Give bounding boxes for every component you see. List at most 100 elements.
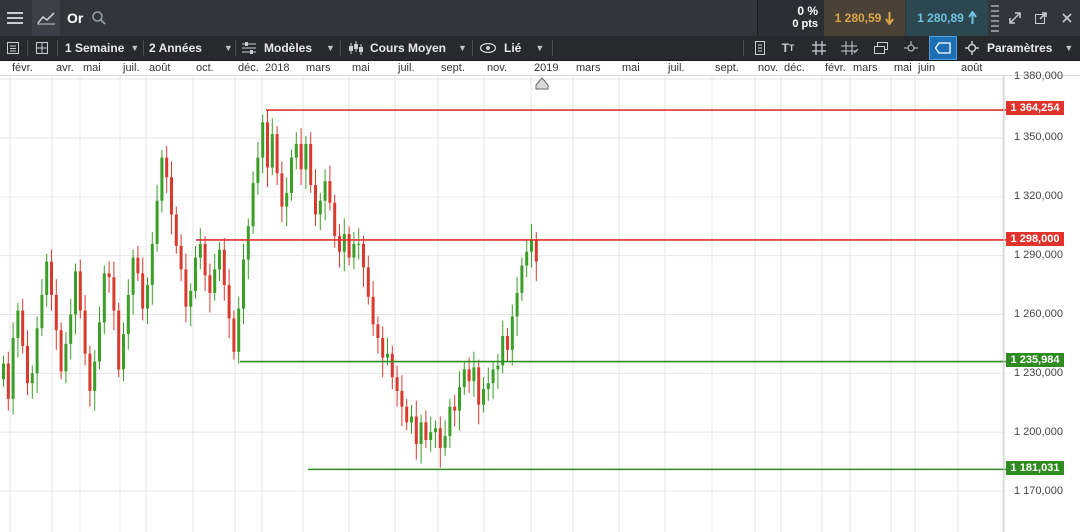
interval-label: 1 Semaine	[65, 41, 125, 55]
date-axis: févr. avr. mai juil. août oct. déc. 2018…	[0, 61, 1080, 76]
candle-body	[194, 257, 197, 291]
candle-body	[107, 273, 111, 278]
chevron-down-icon: ▼	[130, 43, 140, 53]
chart-line-icon[interactable]	[32, 0, 60, 36]
menu-icon[interactable]	[0, 0, 30, 36]
tag-icon[interactable]	[929, 36, 957, 60]
candle-body	[486, 383, 490, 390]
candle-body	[45, 261, 49, 295]
candle-body	[117, 310, 121, 370]
toolbar-divider	[472, 40, 473, 56]
level-tag-support[interactable]: 1 235,984	[1006, 353, 1064, 367]
crosshair-grid-icon[interactable]	[837, 36, 863, 60]
price-type-label: Cours Moyen	[370, 41, 447, 55]
level-lines[interactable]	[196, 109, 1008, 471]
range-dropdown[interactable]: 2 Années ▼	[149, 36, 233, 60]
month-label: mai	[622, 62, 640, 74]
candle-body	[338, 236, 341, 252]
candle-body	[333, 202, 337, 237]
candle-body	[218, 249, 221, 270]
month-label: déc.	[238, 62, 259, 74]
models-icon	[242, 42, 256, 54]
candle-body	[448, 406, 452, 437]
price-chart[interactable]	[0, 76, 1080, 532]
month-label: oct.	[196, 62, 214, 74]
candle-body	[131, 257, 135, 295]
candle-body	[88, 353, 92, 391]
candle-body	[434, 428, 437, 433]
candle-body	[266, 122, 269, 168]
candle-body	[256, 157, 260, 184]
level-tag-resistance-high[interactable]: 1 364,254	[1006, 101, 1064, 115]
price-tick: 1 320,000	[1014, 190, 1063, 202]
candle-body	[328, 181, 332, 203]
expand-icon[interactable]	[1004, 0, 1026, 36]
candle-body	[213, 269, 217, 293]
candle-body	[429, 432, 433, 441]
candle-body	[318, 200, 322, 215]
settings-label: Paramètres	[987, 41, 1053, 55]
candle-body	[93, 361, 97, 391]
candle-body	[122, 334, 125, 370]
candle-body	[237, 308, 241, 352]
level-tag-resistance[interactable]: 1 298,000	[1006, 232, 1064, 246]
gear-icon	[965, 41, 979, 55]
grid-icon[interactable]	[807, 36, 831, 60]
month-label: juil.	[123, 62, 140, 74]
buy-price: 1 280,89	[917, 11, 964, 25]
level-tag-support-low[interactable]: 1 181,031	[1006, 461, 1064, 475]
candle-body	[189, 290, 193, 307]
popout-icon[interactable]	[1030, 0, 1052, 36]
price-type-dropdown[interactable]: Cours Moyen ▼	[348, 36, 467, 60]
month-label: juin	[918, 62, 936, 74]
candle-body	[424, 422, 428, 441]
link-dropdown[interactable]: Lié ▼	[480, 36, 544, 60]
target-icon[interactable]	[899, 36, 923, 60]
toolbar-divider	[143, 40, 144, 56]
list-icon[interactable]	[4, 36, 22, 60]
candle-body	[251, 183, 255, 227]
range-label: 2 Années	[149, 41, 202, 55]
candle-body	[285, 192, 289, 207]
layout-grid-icon[interactable]	[33, 36, 51, 60]
search-icon[interactable]	[89, 0, 109, 36]
month-label: mai	[83, 62, 101, 74]
candle-body	[275, 134, 279, 174]
candle-body	[414, 416, 418, 444]
candle-body	[376, 324, 380, 339]
candle-body	[74, 271, 77, 315]
month-label: déc.	[784, 62, 805, 74]
candle-body	[126, 294, 130, 335]
candle-body	[246, 226, 250, 260]
models-dropdown[interactable]: Modèles ▼	[242, 36, 335, 60]
candle-body	[21, 310, 25, 346]
candle-body	[496, 365, 500, 370]
candle-body	[290, 157, 293, 193]
candle-body	[69, 314, 73, 344]
buy-button[interactable]: 1 280,89	[906, 0, 988, 36]
month-label: juil.	[398, 62, 415, 74]
candle-body	[232, 318, 236, 352]
candle-body	[443, 436, 447, 448]
chevron-down-icon: ▼	[223, 43, 233, 53]
candle-body	[83, 310, 87, 354]
scroll-handle-icon[interactable]	[989, 0, 1001, 36]
close-icon[interactable]	[1056, 0, 1078, 36]
candle-body	[530, 239, 533, 252]
candle-body	[16, 310, 20, 339]
indicators-icon[interactable]	[749, 36, 769, 60]
toolbar-divider	[27, 40, 28, 56]
month-label: mars	[576, 62, 601, 74]
chevron-down-icon: ▼	[535, 43, 545, 53]
candle-body	[242, 259, 245, 309]
month-label: août	[961, 62, 983, 74]
arrow-down-icon	[885, 12, 895, 25]
candle-body	[141, 273, 145, 309]
settings-dropdown[interactable]: Paramètres ▼	[965, 36, 1073, 60]
text-tool-icon[interactable]: TT	[775, 36, 801, 60]
interval-dropdown[interactable]: 1 Semaine ▼	[65, 36, 139, 60]
windows-stack-icon[interactable]	[869, 36, 893, 60]
sell-button[interactable]: 1 280,59	[824, 0, 905, 36]
toolbar-divider	[235, 40, 236, 56]
candles	[2, 110, 538, 468]
